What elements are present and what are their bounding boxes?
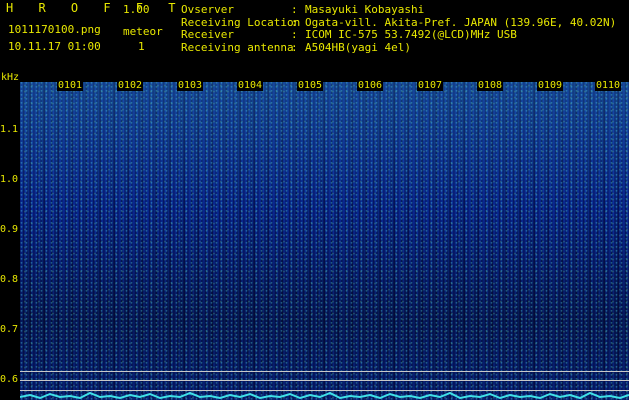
date-time: 10.11.17 01:00	[8, 40, 101, 53]
info-row-receiver: Receiver : ICOM IC-575 53.7492(@LCD)MHz …	[181, 28, 616, 42]
info-separator: :	[291, 28, 298, 41]
info-value: Masayuki Kobayashi	[305, 3, 425, 16]
info-key: Ovserver	[181, 3, 234, 16]
y-tick: 0.8	[0, 274, 19, 285]
x-tick: 0107	[417, 80, 444, 91]
y-tick: 0.6	[0, 374, 19, 385]
frequency-axis: kHz 1.1 1.0 0.9 0.8 0.7 0.6	[0, 72, 20, 400]
y-unit-label: kHz	[1, 72, 20, 83]
x-tick: 0110	[595, 80, 622, 91]
x-tick: 0104	[237, 80, 264, 91]
y-tick: 1.1	[0, 124, 19, 135]
station-info: Ovserver : Masayuki Kobayashi Receiving …	[181, 3, 616, 55]
signal-baseline	[20, 391, 629, 400]
info-value: A504HB(yagi 4el)	[305, 40, 411, 54]
info-row-observer: Ovserver : Masayuki Kobayashi	[181, 3, 616, 17]
reference-line	[20, 371, 629, 372]
x-tick: 0101	[57, 80, 84, 91]
y-tick: 1.0	[0, 174, 19, 185]
info-key: Receiver	[181, 28, 234, 41]
x-tick: 0106	[357, 80, 384, 91]
x-tick: 0105	[297, 80, 324, 91]
reference-line	[20, 380, 629, 381]
spectrogram-noise	[20, 82, 629, 400]
y-tick: 0.9	[0, 224, 19, 235]
app-version: 1.00	[123, 3, 150, 16]
x-tick: 0109	[537, 80, 564, 91]
info-row-antenna: Receiving antenna : A504HB(yagi 4el)	[181, 40, 616, 55]
meteor-count: 1	[138, 40, 145, 53]
info-separator: :	[291, 3, 298, 16]
x-tick: 0103	[177, 80, 204, 91]
meteor-label: meteor	[123, 25, 163, 38]
y-tick: 0.7	[0, 324, 19, 335]
x-tick: 0102	[117, 80, 144, 91]
app-title: H R O F F T	[6, 1, 185, 15]
info-separator: :	[291, 40, 298, 54]
x-tick: 0108	[477, 80, 504, 91]
info-key: Receiving antenna	[181, 40, 294, 54]
spectrogram	[20, 82, 629, 400]
file-name: 1011170100.png	[8, 23, 101, 36]
info-value: ICOM IC-575 53.7492(@LCD)MHz USB	[305, 28, 517, 41]
